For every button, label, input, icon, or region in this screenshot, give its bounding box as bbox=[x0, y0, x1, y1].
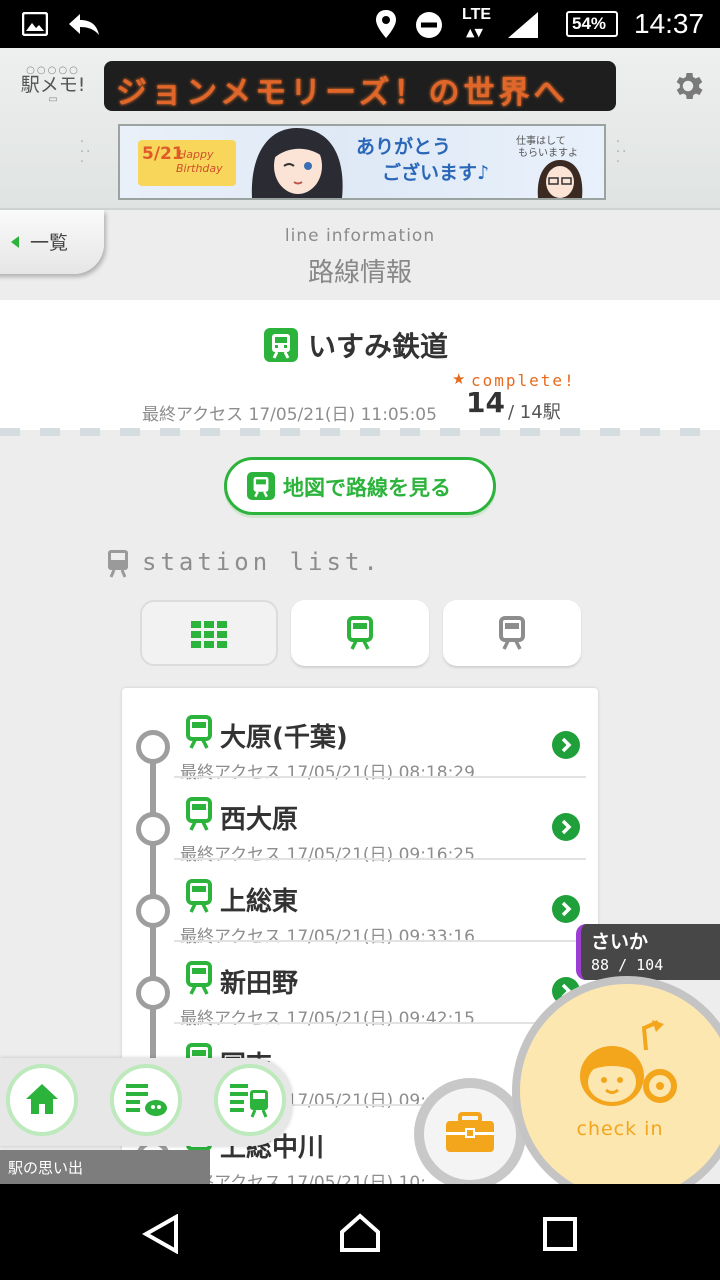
user-name: さいか bbox=[591, 931, 649, 953]
location-icon bbox=[376, 10, 396, 38]
train-icon bbox=[186, 879, 212, 913]
battery-level: 54% bbox=[572, 14, 607, 33]
complete-star-icon: ★ bbox=[452, 370, 466, 388]
dashed-divider bbox=[0, 428, 720, 436]
page-title: 路線情報 bbox=[307, 258, 412, 288]
side-character-illustration bbox=[537, 160, 583, 198]
station-node bbox=[136, 894, 170, 928]
list-train-icon bbox=[230, 1084, 268, 1118]
banner-prev-dots[interactable]: · ·· · bbox=[80, 136, 92, 169]
banner-birthday: Birthday bbox=[176, 162, 223, 175]
line-last-access: 最終アクセス 17/05/21(日) 11:05:05 bbox=[142, 405, 437, 425]
chevron-right-icon[interactable] bbox=[552, 895, 580, 923]
grid-icon bbox=[191, 621, 227, 648]
line-name: いすみ鉄道 bbox=[308, 330, 449, 363]
do-not-disturb-icon bbox=[416, 12, 442, 38]
train-outline-icon bbox=[108, 550, 128, 578]
bag-icon bbox=[446, 1112, 494, 1152]
filter-tab-visited[interactable] bbox=[291, 600, 429, 666]
station-node bbox=[136, 730, 170, 764]
train-icon bbox=[247, 472, 275, 500]
train-icon bbox=[186, 715, 212, 749]
status-bar: LTE ▲▼ 54% 14:37 bbox=[0, 0, 720, 48]
station-row[interactable]: 上総東 最終アクセス 17/05/21(日) 09:33:16 bbox=[122, 860, 598, 947]
train-gray-icon bbox=[499, 616, 525, 650]
bottom-nav bbox=[0, 1058, 292, 1146]
train-icon bbox=[186, 797, 212, 831]
data-arrows-icon: ▲▼ bbox=[466, 26, 483, 39]
list-denco-icon bbox=[126, 1084, 167, 1116]
station-row[interactable]: 新田野 最終アクセス 17/05/21(日) 09:42:15 bbox=[122, 942, 598, 1029]
memories-label: 駅の思い出 bbox=[8, 1159, 84, 1177]
app-logo[interactable]: ○○○○○ 駅メモ! ▭ bbox=[18, 66, 88, 105]
map-button-label: 地図で路線を見る bbox=[283, 476, 451, 500]
chevron-right-icon[interactable] bbox=[552, 813, 580, 841]
filter-tab-unvisited[interactable] bbox=[443, 600, 581, 666]
train-green-icon bbox=[347, 616, 373, 650]
station-name: 新田野 bbox=[220, 969, 299, 999]
station-row[interactable]: 大原(千葉) 最終アクセス 17/05/21(日) 08:18:29 bbox=[122, 696, 598, 783]
battery-icon: 54% bbox=[566, 11, 618, 37]
home-icon bbox=[26, 1084, 58, 1114]
view-line-map-button[interactable]: 地図で路線を見る bbox=[224, 457, 496, 515]
clock: 14:37 bbox=[634, 8, 705, 39]
banner-thanks-2: ございます♪ bbox=[382, 162, 490, 184]
nav-back-icon[interactable] bbox=[142, 1214, 180, 1254]
user-progress: 88 / 104 bbox=[591, 956, 664, 974]
gallery-icon bbox=[22, 12, 48, 36]
station-node bbox=[136, 812, 170, 846]
station-name: 上総東 bbox=[220, 887, 299, 917]
checkin-button[interactable]: check in bbox=[520, 984, 720, 1198]
home-button[interactable] bbox=[6, 1064, 78, 1136]
denco-list-button[interactable] bbox=[110, 1064, 182, 1136]
banner-thanks-1: ありがとう bbox=[356, 136, 452, 158]
back-arrow-icon bbox=[69, 14, 99, 35]
station-name: 西大原 bbox=[220, 805, 299, 835]
station-node bbox=[136, 976, 170, 1010]
user-badge[interactable]: さいか 88 / 104 bbox=[576, 924, 720, 980]
banner-next-dots[interactable]: · ·· · bbox=[616, 136, 628, 169]
station-name: 大原(千葉) bbox=[220, 723, 348, 753]
ticker-text: ジョンメモリーズ！の世界へ bbox=[116, 75, 569, 111]
station-list-heading: station list. bbox=[142, 548, 382, 576]
banner-happy: Happy bbox=[178, 148, 214, 161]
line-info-card: いすみ鉄道 最終アクセス 17/05/21(日) 11:05:05 ★ comp… bbox=[0, 300, 720, 430]
filter-tab-all[interactable] bbox=[140, 600, 278, 666]
station-list-button[interactable] bbox=[214, 1064, 286, 1136]
checkin-label: check in bbox=[576, 1118, 664, 1140]
chevron-right-icon[interactable] bbox=[552, 731, 580, 759]
signal-icon bbox=[508, 12, 538, 38]
nav-recents-icon[interactable] bbox=[542, 1216, 578, 1252]
station-count: 14 bbox=[466, 386, 505, 419]
character-illustration bbox=[251, 128, 343, 198]
news-ticker[interactable]: ジョンメモリーズ！の世界へ bbox=[104, 61, 616, 111]
station-row[interactable]: 西大原 最終アクセス 17/05/21(日) 09:16:25 bbox=[122, 778, 598, 865]
bag-button[interactable] bbox=[424, 1088, 516, 1180]
settings-gear-icon[interactable] bbox=[670, 68, 706, 104]
logo-train-mark: ▭ bbox=[48, 94, 58, 105]
station-total: / 14駅 bbox=[508, 402, 561, 423]
promo-banner[interactable]: 5/21 Happy Birthday ありがとう ございます♪ 仕事はして も… bbox=[118, 124, 606, 200]
memories-tab[interactable]: 駅の思い出 bbox=[0, 1150, 210, 1184]
checkin-character-icon bbox=[580, 1020, 677, 1106]
nav-home-icon[interactable] bbox=[338, 1212, 382, 1254]
system-nav-bar bbox=[0, 1184, 720, 1280]
network-label: LTE bbox=[462, 6, 492, 23]
train-icon bbox=[186, 961, 212, 995]
train-icon bbox=[264, 328, 298, 362]
logo-text: 駅メモ! bbox=[20, 74, 86, 96]
page-subtitle: line information bbox=[284, 226, 436, 246]
